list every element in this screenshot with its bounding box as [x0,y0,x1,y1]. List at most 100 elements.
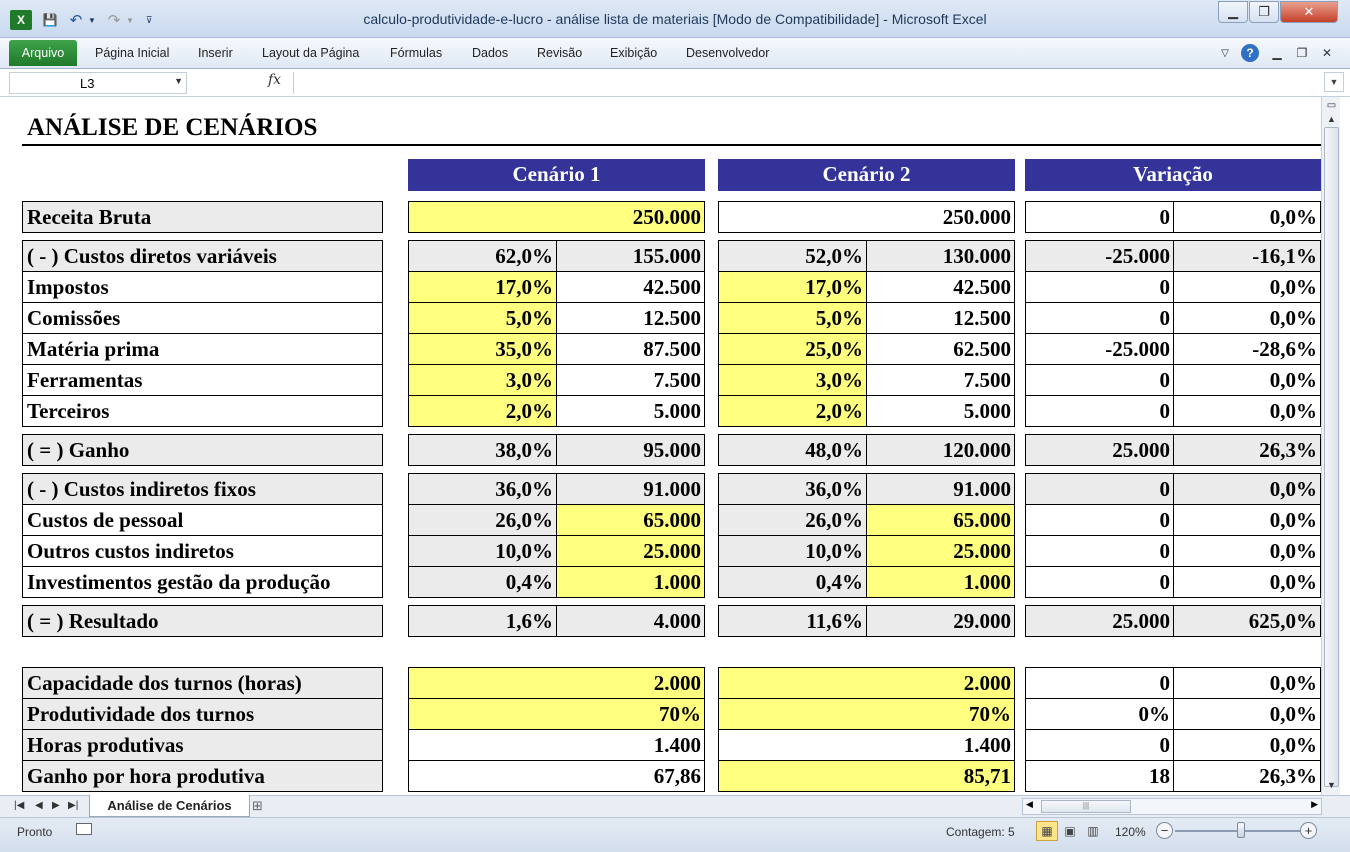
variacao-percent-cell[interactable]: 0,0% [1173,698,1321,730]
variacao-value-cell[interactable]: 18 [1025,760,1174,792]
restore-icon[interactable]: ❐ [1249,1,1279,23]
cenario2-value-cell[interactable]: 62.500 [866,333,1015,365]
cenario2-value-cell[interactable]: 85,71 [718,760,1015,792]
cenario1-percent-cell[interactable]: 38,0% [408,434,557,466]
variacao-percent-cell[interactable]: 0,0% [1173,535,1321,567]
cenario1-percent-cell[interactable]: 2,0% [408,395,557,427]
variacao-percent-cell[interactable]: 0,0% [1173,473,1321,505]
formula-input[interactable] [293,72,1323,94]
variacao-value-cell[interactable]: 0 [1025,395,1174,427]
workbook-restore-icon[interactable]: ❐ [1293,44,1311,62]
variacao-value-cell[interactable]: 25.000 [1025,434,1174,466]
cenario2-percent-cell[interactable]: 11,6% [718,605,867,637]
expand-formula-bar-icon[interactable]: ▼ [1324,72,1344,92]
variacao-percent-cell[interactable]: 0,0% [1173,729,1321,761]
row-label[interactable]: Capacidade dos turnos (horas) [22,667,383,699]
horizontal-scrollbar[interactable]: ◀ ||| ▶ [1022,798,1322,815]
cenario2-value-cell[interactable]: 91.000 [866,473,1015,505]
variacao-value-cell[interactable]: 0% [1025,698,1174,730]
row-label[interactable]: Comissões [22,302,383,334]
cenario1-percent-cell[interactable]: 3,0% [408,364,557,396]
cenario2-percent-cell[interactable]: 26,0% [718,504,867,536]
row-label[interactable]: Ferramentas [22,364,383,396]
row-label[interactable]: Investimentos gestão da produção [22,566,383,598]
variacao-percent-cell[interactable]: 26,3% [1173,760,1321,792]
cenario1-value-cell[interactable]: 67,86 [408,760,705,792]
page-layout-view-icon[interactable]: ▣ [1059,821,1081,841]
cenario2-percent-cell[interactable]: 52,0% [718,240,867,272]
cenario2-value-cell[interactable]: 1.000 [866,566,1015,598]
cenario1-value-cell[interactable]: 1.400 [408,729,705,761]
help-icon[interactable]: ? [1241,44,1259,62]
variacao-value-cell[interactable]: 0 [1025,473,1174,505]
minimize-icon[interactable]: ▁ [1218,1,1248,23]
cenario1-value-cell[interactable]: 4.000 [556,605,705,637]
scroll-down-icon[interactable]: ▼ [1322,777,1341,793]
minimize-ribbon-icon[interactable]: ▽ [1216,44,1234,62]
macro-record-icon[interactable] [76,823,92,835]
insert-function-icon[interactable]: fx [268,72,281,88]
tab-desenvolvedor[interactable]: Desenvolvedor [686,46,769,60]
cenario2-value-cell[interactable]: 65.000 [866,504,1015,536]
variacao-percent-cell[interactable]: 0,0% [1173,395,1321,427]
row-label[interactable]: ( = ) Resultado [22,605,383,637]
cenario1-value-cell[interactable]: 250.000 [408,201,705,233]
cenario2-value-cell[interactable]: 42.500 [866,271,1015,303]
cenario1-value-cell[interactable]: 87.500 [556,333,705,365]
variacao-percent-cell[interactable]: 0,0% [1173,667,1321,699]
row-label[interactable]: Matéria prima [22,333,383,365]
zoom-slider-thumb[interactable] [1237,822,1245,838]
cenario2-percent-cell[interactable]: 17,0% [718,271,867,303]
row-label[interactable]: ( = ) Ganho [22,434,383,466]
cenario1-value-cell[interactable]: 70% [408,698,705,730]
cenario2-percent-cell[interactable]: 25,0% [718,333,867,365]
row-label[interactable]: Horas produtivas [22,729,383,761]
cenario1-value-cell[interactable]: 7.500 [556,364,705,396]
page-break-view-icon[interactable]: ▥ [1082,821,1104,841]
zoom-out-icon[interactable]: − [1156,822,1173,839]
variacao-value-cell[interactable]: 0 [1025,504,1174,536]
cenario2-percent-cell[interactable]: 48,0% [718,434,867,466]
variacao-value-cell[interactable]: 0 [1025,364,1174,396]
cenario2-value-cell[interactable]: 120.000 [866,434,1015,466]
variacao-percent-cell[interactable]: 0,0% [1173,201,1321,233]
variacao-percent-cell[interactable]: -16,1% [1173,240,1321,272]
cenario2-value-cell[interactable]: 130.000 [866,240,1015,272]
name-box[interactable]: L3 ▼ [9,72,187,94]
cenario2-value-cell[interactable]: 5.000 [866,395,1015,427]
variacao-percent-cell[interactable]: 0,0% [1173,271,1321,303]
vertical-scrollbar[interactable]: ▭ ▲ ▼ [1321,97,1340,795]
cenario2-percent-cell[interactable]: 0,4% [718,566,867,598]
row-label[interactable]: Receita Bruta [22,201,383,233]
cenario1-value-cell[interactable]: 12.500 [556,302,705,334]
variacao-value-cell[interactable]: 0 [1025,271,1174,303]
variacao-percent-cell[interactable]: 0,0% [1173,566,1321,598]
cenario1-percent-cell[interactable]: 0,4% [408,566,557,598]
variacao-value-cell[interactable]: 25.000 [1025,605,1174,637]
cenario1-percent-cell[interactable]: 36,0% [408,473,557,505]
first-sheet-icon[interactable]: |◀ [14,800,24,811]
variacao-value-cell[interactable]: -25.000 [1025,240,1174,272]
cenario1-percent-cell[interactable]: 5,0% [408,302,557,334]
vertical-scroll-thumb[interactable] [1324,127,1339,787]
cenario1-value-cell[interactable]: 91.000 [556,473,705,505]
cenario2-percent-cell[interactable]: 5,0% [718,302,867,334]
variacao-value-cell[interactable]: 0 [1025,535,1174,567]
last-sheet-icon[interactable]: ▶| [68,800,78,811]
cenario2-percent-cell[interactable]: 10,0% [718,535,867,567]
row-label[interactable]: ( - ) Custos indiretos fixos [22,473,383,505]
workbook-close-icon[interactable]: ✕ [1318,44,1336,62]
row-label[interactable]: Impostos [22,271,383,303]
cenario1-value-cell[interactable]: 1.000 [556,566,705,598]
variacao-percent-cell[interactable]: -28,6% [1173,333,1321,365]
row-label[interactable]: Produtividade dos turnos [22,698,383,730]
cenario2-value-cell[interactable]: 250.000 [718,201,1015,233]
cenario2-value-cell[interactable]: 29.000 [866,605,1015,637]
cenario2-value-cell[interactable]: 2.000 [718,667,1015,699]
workbook-minimize-icon[interactable]: ▁ [1268,44,1286,62]
scroll-right-icon[interactable]: ▶ [1311,799,1318,810]
close-icon[interactable]: ✕ [1280,1,1338,23]
cenario2-percent-cell[interactable]: 36,0% [718,473,867,505]
cenario1-value-cell[interactable]: 42.500 [556,271,705,303]
row-label[interactable]: Outros custos indiretos [22,535,383,567]
